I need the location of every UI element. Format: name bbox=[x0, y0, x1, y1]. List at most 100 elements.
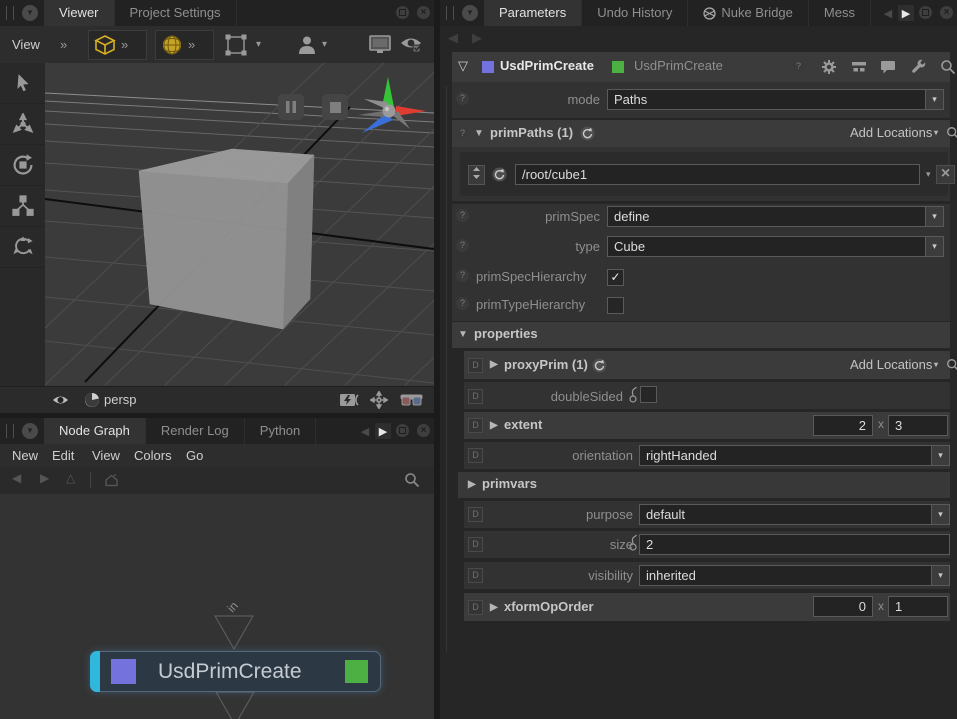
search-icon[interactable] bbox=[946, 126, 957, 143]
xform-rows-field[interactable]: 0 bbox=[813, 596, 873, 617]
dropdown-arrow-icon[interactable]: ▾ bbox=[925, 237, 943, 256]
gear-icon[interactable] bbox=[821, 59, 837, 78]
node-view-badge[interactable] bbox=[345, 660, 368, 683]
help-badge[interactable]: ? bbox=[456, 269, 469, 282]
extent-cols-field[interactable]: 3 bbox=[888, 415, 948, 436]
tab-scroll-right[interactable]: ▶ bbox=[898, 5, 914, 21]
menu-colors[interactable]: Colors bbox=[134, 444, 172, 467]
add-locations-arrow-icon[interactable]: ▾ bbox=[934, 360, 938, 369]
default-state-badge[interactable]: D bbox=[468, 600, 483, 615]
reorder-handle[interactable] bbox=[468, 165, 485, 185]
cube-geometry[interactable] bbox=[139, 149, 314, 329]
proxyprim-header[interactable]: D ▶ proxyPrim (1) Add Locations ▾ bbox=[464, 351, 950, 379]
pan-move-icon[interactable] bbox=[370, 391, 388, 414]
help-icon[interactable]: ? bbox=[792, 60, 805, 73]
comment-bubble-icon[interactable] bbox=[880, 60, 896, 77]
snapshot-flash-icon[interactable] bbox=[340, 393, 362, 412]
node-name-field[interactable]: UsdPrimCreate bbox=[500, 58, 594, 73]
nav-back-icon[interactable]: ◀ bbox=[12, 467, 21, 490]
extent-rows-field[interactable]: 2 bbox=[813, 415, 873, 436]
primspechierarchy-checkbox[interactable]: ✓ bbox=[607, 269, 624, 286]
lighting-expander[interactable]: » bbox=[188, 32, 195, 58]
primspec-dropdown[interactable]: define ▾ bbox=[607, 206, 944, 227]
pane-float-button[interactable] bbox=[396, 6, 409, 19]
pane-drag-handle[interactable] bbox=[446, 6, 454, 20]
camera-name-label[interactable]: persp bbox=[104, 387, 137, 413]
pane-close-button[interactable]: × bbox=[940, 6, 953, 19]
pane-float-button[interactable] bbox=[396, 424, 409, 437]
collapse-triangle-icon[interactable]: ▽ bbox=[458, 58, 468, 74]
search-icon[interactable] bbox=[946, 358, 957, 375]
eye-icon[interactable] bbox=[52, 393, 69, 412]
tab-node-graph[interactable]: Node Graph bbox=[44, 418, 146, 444]
pane-menu-button[interactable]: ▼ bbox=[22, 5, 38, 21]
menu-new[interactable]: New bbox=[12, 444, 38, 467]
pane-drag-handle[interactable] bbox=[6, 424, 14, 438]
expand-triangle-icon[interactable]: ▶ bbox=[468, 479, 476, 490]
node-shelf-icon[interactable] bbox=[851, 61, 867, 76]
remove-path-button[interactable]: × bbox=[936, 165, 955, 184]
pane-float-button[interactable] bbox=[919, 6, 932, 19]
tab-nuke-bridge[interactable]: Nuke Bridge bbox=[688, 0, 809, 26]
properties-header[interactable]: ▼ properties bbox=[452, 322, 950, 348]
add-locations-arrow-icon[interactable]: ▾ bbox=[934, 128, 938, 137]
person-dropdown-icon[interactable]: ▾ bbox=[322, 26, 327, 63]
expression-toggle-icon[interactable] bbox=[629, 534, 638, 556]
default-state-badge[interactable]: D bbox=[468, 568, 483, 583]
globe-lighting-icon[interactable] bbox=[156, 34, 188, 56]
tab-render-log[interactable]: Render Log bbox=[146, 418, 245, 444]
size-field[interactable]: 2 bbox=[639, 534, 950, 555]
dropdown-arrow-icon[interactable]: ▾ bbox=[931, 566, 949, 585]
dropdown-arrow-icon[interactable]: ▾ bbox=[931, 446, 949, 465]
expand-triangle-icon[interactable]: ▶ bbox=[490, 420, 498, 431]
default-state-badge[interactable]: D bbox=[468, 537, 483, 552]
search-icon[interactable] bbox=[404, 472, 420, 493]
expand-triangle-icon[interactable]: ▼ bbox=[474, 128, 484, 139]
help-badge[interactable]: ? bbox=[456, 127, 469, 140]
primpaths-header[interactable]: ? ▼ primPaths (1) Add Locations ▾ bbox=[452, 120, 950, 147]
menu-edit[interactable]: Edit bbox=[52, 444, 74, 467]
orientation-dropdown[interactable]: rightHanded ▾ bbox=[639, 445, 950, 466]
doublesided-checkbox[interactable] bbox=[640, 386, 657, 403]
default-state-badge[interactable]: D bbox=[468, 358, 483, 373]
tab-viewer[interactable]: Viewer bbox=[44, 0, 115, 26]
help-badge[interactable]: ? bbox=[456, 209, 469, 222]
expression-toggle-icon[interactable] bbox=[629, 386, 638, 408]
extent-header[interactable]: D ▶ extent 2 x 3 bbox=[464, 412, 950, 439]
expand-triangle-icon[interactable]: ▶ bbox=[490, 359, 498, 370]
node-usdprimcreate[interactable]: UsdPrimCreate bbox=[90, 651, 381, 692]
axis-gizmo[interactable] bbox=[350, 71, 430, 151]
view-menu-expander[interactable]: » bbox=[60, 26, 67, 63]
shaded-cube-icon[interactable] bbox=[89, 34, 121, 56]
rotate-tool-button[interactable] bbox=[0, 145, 45, 186]
add-locations-button[interactable]: Add Locations bbox=[850, 125, 932, 140]
default-state-badge[interactable]: D bbox=[468, 389, 483, 404]
tab-project-settings[interactable]: Project Settings bbox=[115, 0, 237, 26]
nav-forward-icon[interactable]: ▶ bbox=[40, 467, 49, 490]
tab-scroll-left[interactable]: ◀ bbox=[357, 423, 373, 439]
visibility-eye-icon[interactable] bbox=[400, 35, 422, 53]
stop-button[interactable] bbox=[322, 94, 348, 120]
tab-python[interactable]: Python bbox=[245, 418, 316, 444]
reset-icon[interactable] bbox=[592, 358, 607, 376]
nodegraph-canvas[interactable]: in UsdPrimCreate bbox=[0, 494, 434, 719]
xform-cols-field[interactable]: 1 bbox=[888, 596, 948, 617]
default-state-badge[interactable]: D bbox=[468, 418, 483, 433]
param-history-forward-icon[interactable]: ▶ bbox=[472, 30, 482, 46]
pane-menu-button[interactable]: ▼ bbox=[22, 423, 38, 439]
primvars-header[interactable]: ▶ primvars bbox=[458, 472, 950, 498]
xformoporder-header[interactable]: D ▶ xformOpOrder 0 x 1 bbox=[464, 593, 950, 621]
pane-drag-handle[interactable] bbox=[6, 6, 14, 20]
nav-up-icon[interactable]: △ bbox=[66, 467, 75, 490]
param-history-back-icon[interactable]: ◀ bbox=[448, 30, 458, 46]
menu-go[interactable]: Go bbox=[186, 444, 203, 467]
help-badge[interactable]: ? bbox=[456, 92, 469, 105]
add-locations-button[interactable]: Add Locations bbox=[850, 357, 932, 372]
home-icon[interactable] bbox=[104, 473, 119, 493]
prim-path-input[interactable]: /root/cube1 bbox=[515, 164, 920, 185]
select-tool-button[interactable] bbox=[0, 63, 45, 104]
person-icon[interactable] bbox=[296, 34, 318, 56]
dropdown-arrow-icon[interactable]: ▾ bbox=[925, 207, 943, 226]
wrench-icon[interactable] bbox=[911, 59, 927, 78]
viewport-3d[interactable] bbox=[45, 63, 434, 386]
